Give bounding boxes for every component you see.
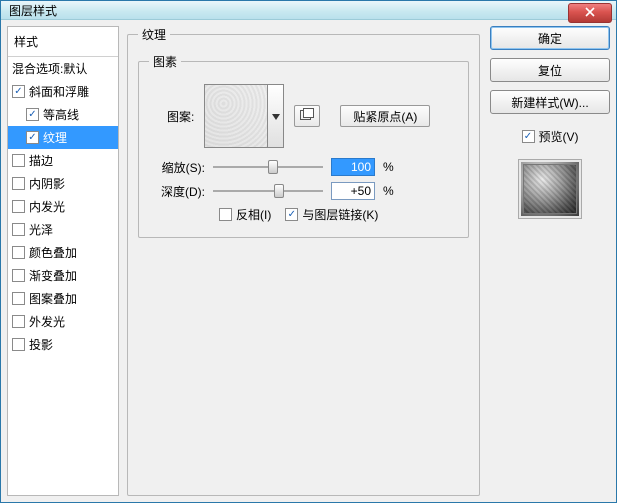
styles-header[interactable]: 样式 (8, 27, 118, 57)
link-with-layer-checkbox[interactable] (285, 208, 298, 221)
depth-row: 深度(D): % (149, 182, 458, 200)
elements-fieldset: 图素 图案: (138, 53, 469, 238)
pattern-label: 图案: (167, 108, 194, 125)
style-item-checkbox[interactable] (12, 269, 25, 282)
depth-unit: % (383, 184, 394, 198)
titlebar: 图层样式 (1, 1, 616, 20)
style-item-label: 图案叠加 (29, 290, 77, 307)
link-checkbox-wrap[interactable]: 与图层链接(K) (285, 206, 378, 223)
style-item-10[interactable]: 外发光 (8, 310, 118, 333)
blending-options-label: 混合选项:默认 (12, 60, 87, 77)
layer-style-dialog: 图层样式 样式 混合选项:默认 斜面和浮雕等高线纹理描边内阴影内发光光泽颜色叠加… (0, 0, 617, 503)
style-item-label: 等高线 (43, 106, 79, 123)
pattern-swatch-control (204, 84, 284, 148)
reset-button[interactable]: 复位 (490, 58, 610, 82)
preview-checkbox[interactable] (522, 130, 535, 143)
style-item-checkbox[interactable] (12, 223, 25, 236)
settings-pane: 纹理 图素 图案: (127, 26, 480, 496)
pattern-swatch[interactable] (204, 84, 268, 148)
style-item-label: 渐变叠加 (29, 267, 77, 284)
elements-legend: 图素 (149, 53, 181, 70)
window-title: 图层样式 (9, 2, 57, 19)
actions-pane: 确定 复位 新建样式(W)... 预览(V) (490, 26, 610, 496)
style-item-label: 描边 (29, 152, 53, 169)
preview-toggle[interactable]: 预览(V) (490, 128, 610, 145)
style-item-label: 外发光 (29, 313, 65, 330)
style-item-label: 纹理 (43, 129, 67, 146)
style-item-4[interactable]: 内阴影 (8, 172, 118, 195)
style-item-9[interactable]: 图案叠加 (8, 287, 118, 310)
style-item-0[interactable]: 斜面和浮雕 (8, 80, 118, 103)
style-item-checkbox[interactable] (12, 246, 25, 259)
depth-label: 深度(D): (149, 183, 205, 200)
close-button[interactable] (568, 3, 612, 23)
depth-slider[interactable] (213, 184, 323, 198)
style-item-checkbox[interactable] (12, 154, 25, 167)
style-item-11[interactable]: 投影 (8, 333, 118, 356)
style-item-6[interactable]: 光泽 (8, 218, 118, 241)
style-item-label: 斜面和浮雕 (29, 83, 89, 100)
style-item-7[interactable]: 颜色叠加 (8, 241, 118, 264)
style-item-8[interactable]: 渐变叠加 (8, 264, 118, 287)
ok-button[interactable]: 确定 (490, 26, 610, 50)
options-row: 反相(I) 与图层链接(K) (219, 206, 458, 223)
scale-unit: % (383, 160, 394, 174)
invert-label: 反相(I) (236, 206, 271, 223)
style-item-label: 投影 (29, 336, 53, 353)
scale-row: 缩放(S): % (149, 158, 458, 176)
style-item-checkbox[interactable] (26, 131, 39, 144)
style-item-checkbox[interactable] (12, 200, 25, 213)
style-item-label: 光泽 (29, 221, 53, 238)
scale-label: 缩放(S): (149, 159, 205, 176)
style-item-3[interactable]: 描边 (8, 149, 118, 172)
preview-thumbnail (518, 159, 582, 219)
close-icon (585, 6, 595, 20)
depth-input[interactable] (331, 182, 375, 200)
style-item-checkbox[interactable] (12, 315, 25, 328)
style-item-checkbox[interactable] (12, 177, 25, 190)
scale-slider[interactable] (213, 160, 323, 174)
style-item-label: 内发光 (29, 198, 65, 215)
style-item-checkbox[interactable] (12, 85, 25, 98)
pattern-dropdown-button[interactable] (268, 84, 284, 148)
style-item-label: 颜色叠加 (29, 244, 77, 261)
scale-input[interactable] (331, 158, 375, 176)
link-label: 与图层链接(K) (302, 206, 378, 223)
texture-fieldset: 纹理 图素 图案: (127, 26, 480, 496)
new-style-button[interactable]: 新建样式(W)... (490, 90, 610, 114)
invert-checkbox[interactable] (219, 208, 232, 221)
style-item-1[interactable]: 等高线 (8, 103, 118, 126)
snap-to-origin-button[interactable]: 贴紧原点(A) (340, 105, 430, 127)
invert-checkbox-wrap[interactable]: 反相(I) (219, 206, 271, 223)
blending-options-item[interactable]: 混合选项:默认 (8, 57, 118, 80)
new-pattern-preset-button[interactable] (294, 105, 320, 127)
style-item-2[interactable]: 纹理 (8, 126, 118, 149)
new-preset-icon (300, 107, 314, 125)
style-item-checkbox[interactable] (26, 108, 39, 121)
dialog-content: 样式 混合选项:默认 斜面和浮雕等高线纹理描边内阴影内发光光泽颜色叠加渐变叠加图… (1, 20, 616, 502)
pattern-picker-row: 图案: (167, 84, 458, 148)
style-item-5[interactable]: 内发光 (8, 195, 118, 218)
style-item-checkbox[interactable] (12, 292, 25, 305)
style-item-label: 内阴影 (29, 175, 65, 192)
texture-legend: 纹理 (138, 26, 170, 43)
chevron-down-icon (272, 107, 280, 125)
preview-label: 预览(V) (539, 128, 579, 145)
styles-pane: 样式 混合选项:默认 斜面和浮雕等高线纹理描边内阴影内发光光泽颜色叠加渐变叠加图… (7, 26, 119, 496)
style-item-checkbox[interactable] (12, 338, 25, 351)
